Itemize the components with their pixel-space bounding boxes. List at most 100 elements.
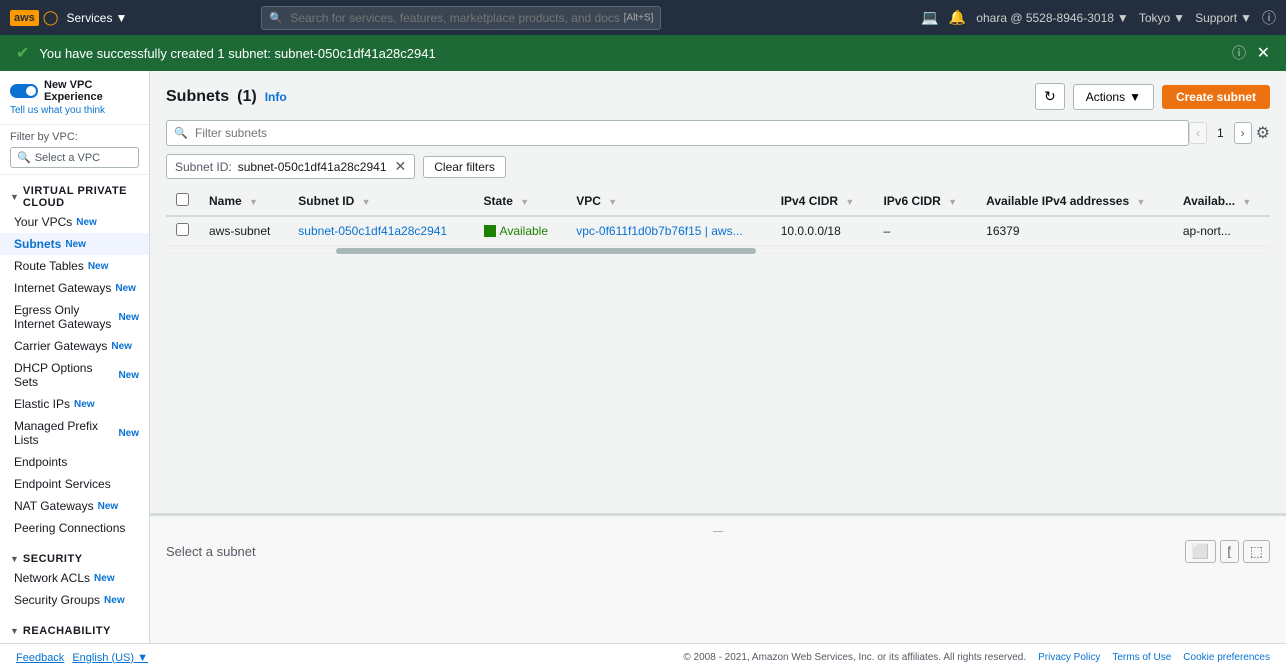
- sort-ipv4-icon[interactable]: ▼: [845, 197, 854, 207]
- sidebar-item-reachability-analyzer[interactable]: Reachability Analyzer: [0, 639, 149, 643]
- nav-right: 💻 🔔 ohara @ 5528-8946-3018 ▼ Tokyo ▼ Sup…: [921, 8, 1276, 28]
- info-circle-icon[interactable]: ⓘ: [1262, 8, 1276, 28]
- column-settings-icon[interactable]: ⚙: [1256, 123, 1270, 143]
- sidebar-item-internet-gateways[interactable]: Internet Gateways New: [0, 277, 149, 299]
- actions-caret-icon: ▼: [1129, 90, 1141, 104]
- resize-handle[interactable]: ⎯⎯: [166, 528, 1270, 536]
- subnet-id-link[interactable]: subnet-050c1df41a28c2941: [298, 224, 447, 238]
- sort-ipv6-icon[interactable]: ▼: [948, 197, 957, 207]
- sidebar-item-your-vpcs[interactable]: Your VPCs New: [0, 211, 149, 233]
- th-subnet-id: Subnet ID ▼: [288, 187, 473, 216]
- actions-label: Actions: [1086, 90, 1125, 104]
- sidebar-item-endpoint-services[interactable]: Endpoint Services: [0, 473, 149, 495]
- language-caret-icon: ▼: [137, 652, 148, 664]
- region-label: Tokyo: [1139, 11, 1170, 25]
- sidebar-item-egress-only[interactable]: Egress Only Internet Gateways New: [0, 299, 149, 335]
- vpc-id-link[interactable]: vpc-0f611f1d0b7b76f15 | aws...: [576, 224, 742, 238]
- td-row-checkbox: [166, 216, 199, 246]
- clear-filters-button[interactable]: Clear filters: [423, 156, 506, 178]
- close-banner-button[interactable]: ✕: [1257, 43, 1270, 63]
- next-page-button[interactable]: ›: [1234, 122, 1252, 144]
- banner-info-icon[interactable]: ⓘ: [1232, 43, 1246, 63]
- security-caret: ▼: [10, 554, 19, 564]
- sidebar-label-dhcp-options: DHCP Options Sets: [14, 361, 114, 389]
- vpc-section-header[interactable]: ▼ VIRTUAL PRIVATE CLOUD: [0, 179, 149, 211]
- sort-subnet-id-icon[interactable]: ▼: [362, 197, 371, 207]
- services-button[interactable]: Services ▼: [66, 11, 127, 25]
- table-header-row: Name ▼ Subnet ID ▼ State ▼ VPC ▼ IPv4 CI…: [166, 187, 1270, 216]
- select-all-checkbox[interactable]: [176, 193, 189, 206]
- sidebar-item-subnets[interactable]: Subnets New: [0, 233, 149, 255]
- header-actions: ↻ Actions ▼ Create subnet: [1035, 83, 1270, 110]
- sidebar-item-elastic-ips[interactable]: Elastic IPs New: [0, 393, 149, 415]
- main-content: Subnets (1) Info ↻ Actions ▼ Create subn…: [150, 71, 1286, 643]
- vpc-experience-toggle[interactable]: [10, 84, 38, 98]
- success-banner: ✔ You have successfully created 1 subnet…: [0, 35, 1286, 71]
- language-button[interactable]: English (US) ▼: [72, 652, 148, 664]
- support-menu-button[interactable]: Support ▼: [1195, 11, 1252, 25]
- th-ipv4-cidr: IPv4 CIDR ▼: [771, 187, 874, 216]
- sidebar-item-peering-connections[interactable]: Peering Connections: [0, 517, 149, 539]
- feedback-button[interactable]: Feedback: [16, 652, 64, 664]
- account-label: ohara @ 5528-8946-3018: [976, 11, 1114, 25]
- reachability-section-header[interactable]: ▼ REACHABILITY: [0, 619, 149, 639]
- sidebar-item-route-tables[interactable]: Route Tables New: [0, 255, 149, 277]
- subnets-title-text: Subnets: [166, 88, 229, 106]
- row-checkbox[interactable]: [176, 223, 189, 236]
- sort-name-icon[interactable]: ▼: [249, 197, 258, 207]
- subnets-table: Name ▼ Subnet ID ▼ State ▼ VPC ▼ IPv4 CI…: [166, 187, 1270, 246]
- sort-vpc-icon[interactable]: ▼: [608, 197, 617, 207]
- sidebar-label-endpoint-services: Endpoint Services: [14, 477, 111, 491]
- sidebar-item-dhcp-options[interactable]: DHCP Options Sets New: [0, 357, 149, 393]
- sidebar-item-security-groups[interactable]: Security Groups New: [0, 589, 149, 611]
- sidebar-item-nat-gateways[interactable]: NAT Gateways New: [0, 495, 149, 517]
- sort-availab-icon[interactable]: ▼: [1242, 197, 1251, 207]
- filter-subnets-input[interactable]: [166, 120, 1189, 146]
- vpc-experience-link[interactable]: Tell us what you think: [10, 105, 139, 116]
- table-scroll-area[interactable]: [166, 246, 1270, 254]
- sort-avail-icon[interactable]: ▼: [1136, 197, 1145, 207]
- vpc-experience-title: New VPC Experience: [44, 79, 139, 103]
- subnets-header: Subnets (1) Info ↻ Actions ▼ Create subn…: [166, 83, 1270, 110]
- th-vpc: VPC ▼: [566, 187, 770, 216]
- select-subnet-text: Select a subnet: [166, 544, 256, 559]
- bell-icon[interactable]: 🔔: [949, 9, 966, 26]
- region-menu-button[interactable]: Tokyo ▼: [1139, 11, 1185, 25]
- sidebar-badge-route-tables: New: [88, 261, 109, 272]
- pagination-row: ‹ 1 › ⚙: [1189, 122, 1270, 144]
- actions-button[interactable]: Actions ▼: [1073, 84, 1154, 110]
- terminal-icon[interactable]: 💻: [921, 9, 938, 26]
- sidebar-item-endpoints[interactable]: Endpoints: [0, 451, 149, 473]
- account-menu-button[interactable]: ohara @ 5528-8946-3018 ▼: [976, 11, 1129, 25]
- th-name: Name ▼: [199, 187, 288, 216]
- global-search-input[interactable]: [261, 6, 661, 30]
- panel-close-button[interactable]: ⬚: [1243, 540, 1270, 563]
- subnets-info-link[interactable]: Info: [265, 90, 287, 104]
- refresh-button[interactable]: ↻: [1035, 83, 1065, 110]
- sidebar-item-carrier-gateways[interactable]: Carrier Gateways New: [0, 335, 149, 357]
- sidebar-badge-security-groups: New: [104, 595, 125, 606]
- panel-expand-button[interactable]: ⬜: [1185, 540, 1216, 563]
- security-section-header[interactable]: ▼ SECURITY: [0, 547, 149, 567]
- subnets-table-wrapper: Name ▼ Subnet ID ▼ State ▼ VPC ▼ IPv4 CI…: [166, 187, 1270, 246]
- subnet-name: aws-subnet: [209, 224, 270, 238]
- panel-split-button[interactable]: ⦍: [1220, 540, 1239, 563]
- prev-page-button[interactable]: ‹: [1189, 122, 1207, 144]
- language-label: English (US): [72, 652, 134, 664]
- privacy-link[interactable]: Privacy Policy: [1038, 652, 1100, 663]
- filter-tag-close-button[interactable]: ✕: [395, 158, 407, 175]
- cookie-link[interactable]: Cookie preferences: [1183, 652, 1270, 663]
- terms-link[interactable]: Terms of Use: [1112, 652, 1171, 663]
- vpc-select-dropdown[interactable]: 🔍 Select a VPC: [10, 147, 139, 168]
- sidebar-item-network-acls[interactable]: Network ACLs New: [0, 567, 149, 589]
- footer-left: Feedback English (US) ▼: [16, 652, 148, 664]
- sidebar-item-managed-prefix[interactable]: Managed Prefix Lists New: [0, 415, 149, 451]
- sidebar-label-endpoints: Endpoints: [14, 455, 67, 469]
- create-subnet-button[interactable]: Create subnet: [1162, 85, 1270, 109]
- ipv6-cidr-value: –: [883, 224, 890, 238]
- sidebar-label-nat-gateways: NAT Gateways: [14, 499, 94, 513]
- support-caret-icon: ▼: [1240, 11, 1252, 25]
- aws-smile-icon: ◯: [43, 9, 59, 26]
- sort-state-icon[interactable]: ▼: [520, 197, 529, 207]
- table-scroll-thumb[interactable]: [336, 248, 756, 254]
